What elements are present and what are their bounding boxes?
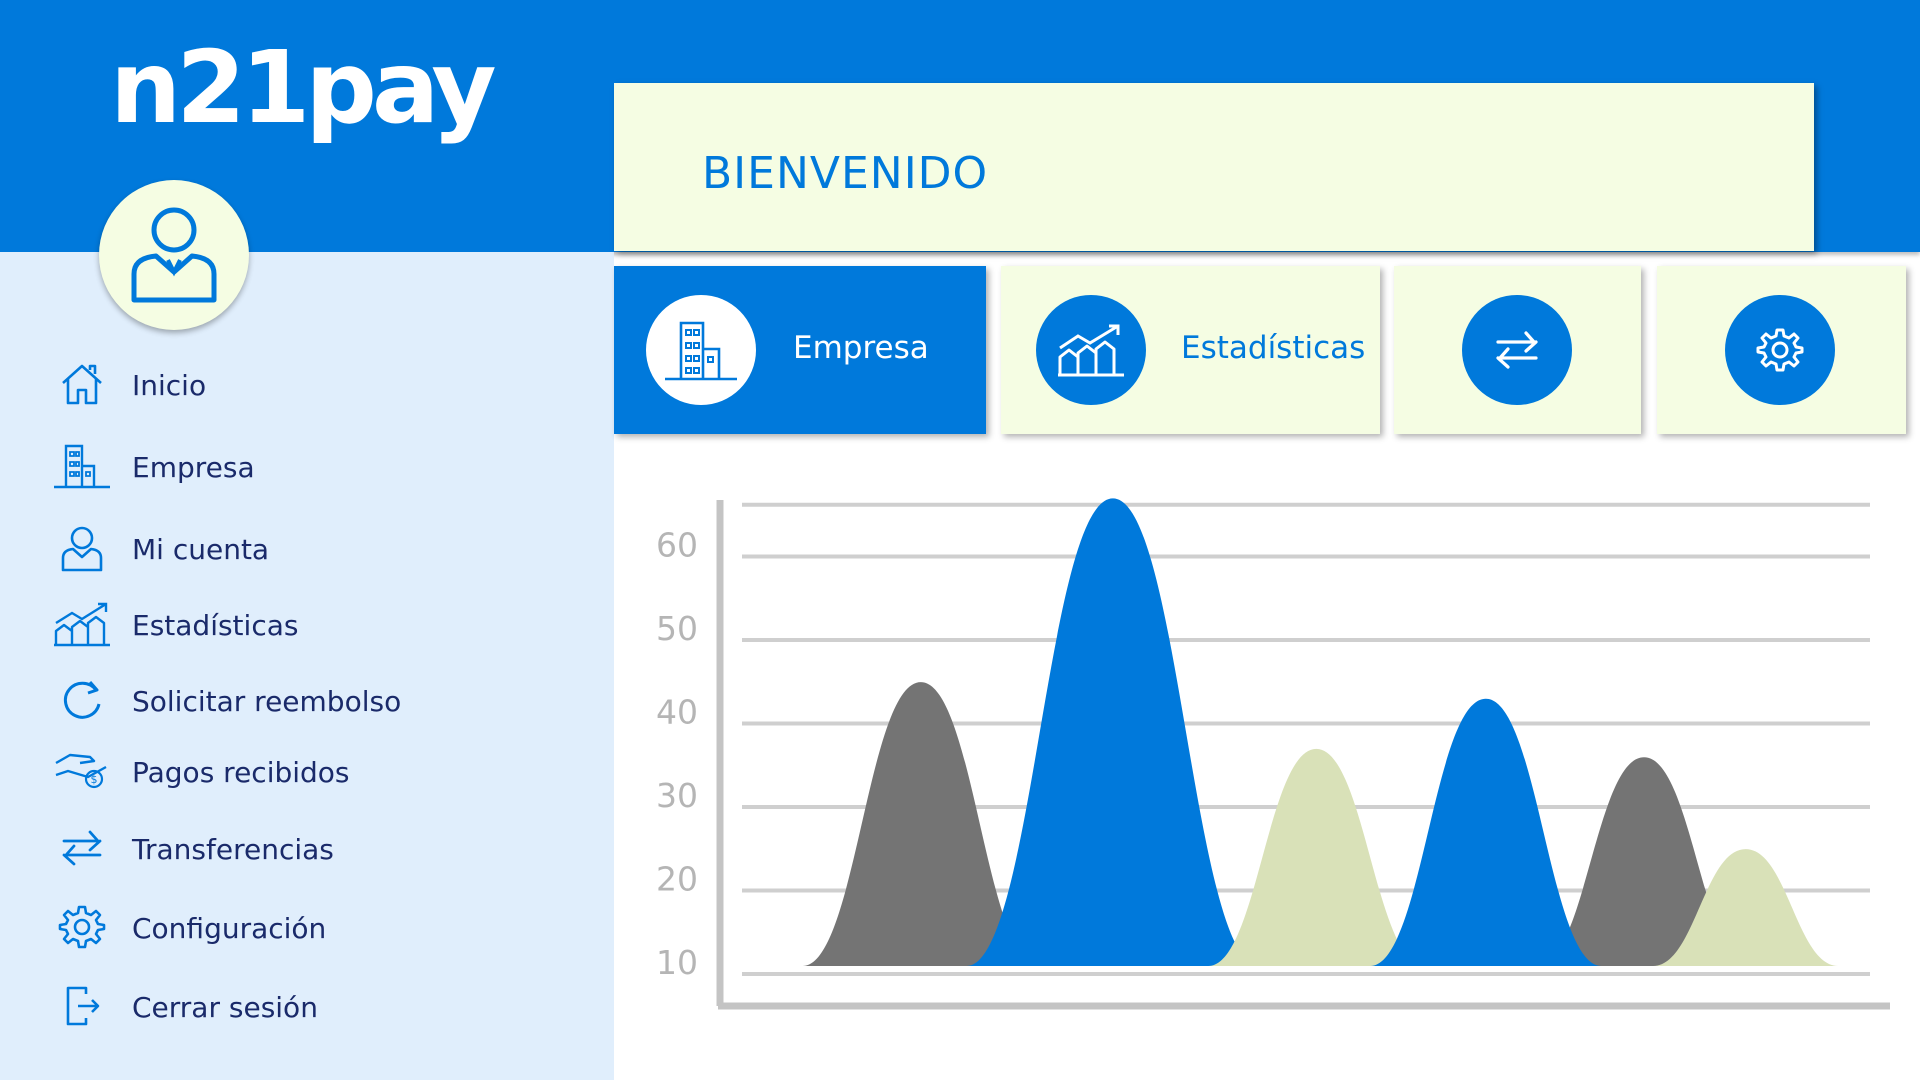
y-tick-label: 10 [656,943,698,982]
y-tick-label: 20 [656,860,698,899]
sidebar-item-mi-cuenta[interactable]: Mi cuenta [50,520,570,576]
area-peak [1370,698,1602,966]
welcome-title: BIENVENIDO [702,148,989,199]
sidebar-item-label: Mi cuenta [132,533,270,566]
sidebar-item-inicio[interactable]: Inicio [50,356,570,412]
sidebar-item-label: Solicitar reembolso [132,685,402,718]
refresh-icon [50,672,114,728]
sidebar-item-cerrar-sesion[interactable]: Cerrar sesión [50,978,570,1034]
sidebar-item-label: Empresa [132,451,255,484]
y-tick-label: 50 [656,609,698,648]
logout-icon [50,978,114,1034]
sidebar-item-label: Inicio [132,369,207,402]
sidebar-item-label: Cerrar sesión [132,991,318,1024]
transfer-icon [1462,295,1572,405]
transfer-icon [50,820,114,876]
y-tick-label: 60 [656,526,698,565]
sidebar-item-label: Configuración [132,912,327,945]
svg-text:$: $ [91,773,98,786]
building-icon [50,438,114,494]
card-estadisticas[interactable]: Estadísticas [1001,266,1380,434]
sidebar-item-estadisticas[interactable]: Estadísticas [50,596,570,652]
card-label: Estadísticas [1181,330,1366,366]
area-peak [1208,748,1425,966]
sidebar-item-label: Estadísticas [132,609,299,642]
area-chart: 10 20 30 40 50 60 [656,498,1890,1010]
sidebar-item-transferencias[interactable]: Transferencias [50,820,570,876]
brand-logo[interactable]: n21pay [110,38,497,138]
card-transferencias[interactable] [1394,266,1641,434]
y-tick-label: 40 [656,693,698,732]
area-peak [966,498,1260,966]
home-icon [50,356,114,412]
sidebar-item-configuracion[interactable]: Configuración [50,899,570,955]
user-icon [50,520,114,576]
payment-hand-icon: $ [50,743,114,799]
building-icon [646,295,756,405]
sidebar-item-solicitar-reembolso[interactable]: Solicitar reembolso [50,672,570,728]
y-tick-label: 30 [656,776,698,815]
sidebar-item-label: Pagos recibidos [132,756,350,789]
user-avatar[interactable] [99,180,249,330]
sidebar-item-label: Transferencias [132,833,334,866]
gear-icon [1725,295,1835,405]
card-label: Empresa [793,330,929,366]
sidebar-item-pagos-recibidos[interactable]: $ Pagos recibidos [50,743,570,799]
card-configuracion[interactable] [1657,266,1906,434]
welcome-panel: BIENVENIDO [614,83,1814,251]
sidebar-item-empresa[interactable]: Empresa [50,438,570,494]
chart-icon [1036,295,1146,405]
user-avatar-icon [131,207,217,303]
card-empresa[interactable]: Empresa [614,266,986,434]
gear-icon [50,899,114,955]
chart-icon [50,596,114,652]
